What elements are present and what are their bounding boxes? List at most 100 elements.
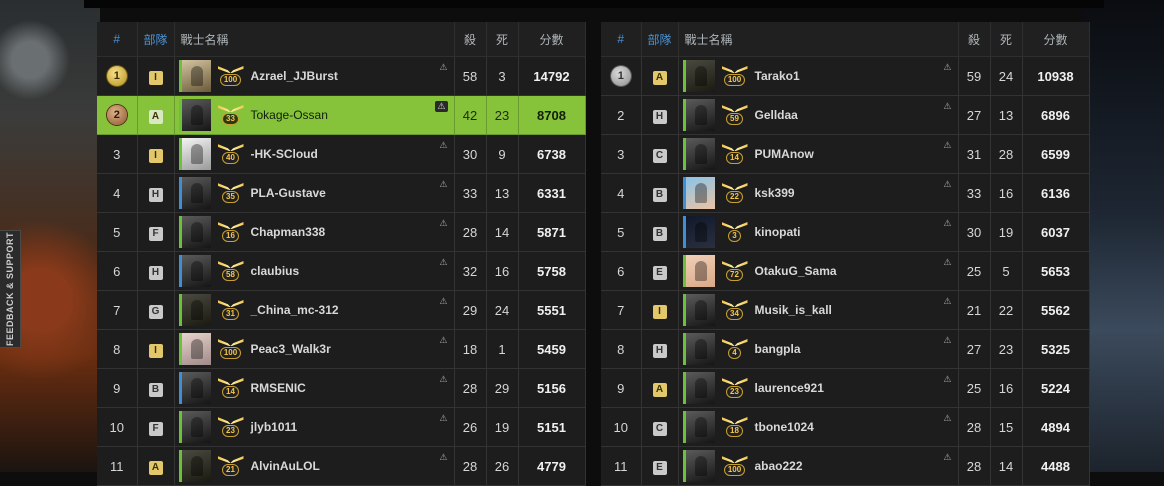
player-avatar[interactable] xyxy=(178,255,211,287)
player-row[interactable]: 9 A 23 laurence921 ⚠ 25 16 5224 xyxy=(601,368,1090,408)
player-row[interactable]: 1 A 100 Tarako1 ⚠ 59 24 10938 xyxy=(601,56,1090,96)
player-avatar[interactable] xyxy=(178,450,211,482)
player-name-link[interactable]: laurence921 xyxy=(755,381,824,395)
report-player-icon[interactable]: ⚠ xyxy=(943,218,951,229)
player-row[interactable]: 2 A 33 Tokage-Ossan ⚠ 42 23 8708 xyxy=(97,95,586,135)
player-row[interactable]: 11 E 100 abao222 ⚠ 28 14 4488 xyxy=(601,446,1090,486)
player-name-link[interactable]: RMSENIC xyxy=(251,381,306,395)
player-row[interactable]: 7 G 31 _China_mc-312 ⚠ 29 24 5551 xyxy=(97,290,586,330)
player-avatar[interactable] xyxy=(178,216,211,248)
player-name-link[interactable]: PLA-Gustave xyxy=(251,186,326,200)
player-name-link[interactable]: Azrael_JJBurst xyxy=(251,69,338,83)
player-name-link[interactable]: PUMAnow xyxy=(755,147,814,161)
report-player-icon[interactable]: ⚠ xyxy=(943,179,951,190)
player-avatar[interactable] xyxy=(682,255,715,287)
col-deaths-header[interactable]: 死 xyxy=(486,22,519,57)
report-player-icon[interactable]: ⚠ xyxy=(943,413,951,424)
player-avatar[interactable] xyxy=(178,99,211,131)
player-avatar[interactable] xyxy=(682,216,715,248)
report-player-icon[interactable]: ⚠ xyxy=(439,374,447,385)
player-row[interactable]: 4 B 22 ksk399 ⚠ 33 16 6136 xyxy=(601,173,1090,213)
player-name-link[interactable]: claubius xyxy=(251,264,300,278)
player-name-link[interactable]: tbone1024 xyxy=(755,420,814,434)
player-row[interactable]: 3 I 40 -HK-SCloud ⚠ 30 9 6738 xyxy=(97,134,586,174)
report-player-icon[interactable]: ⚠ xyxy=(943,452,951,463)
player-row[interactable]: 1 I 100 Azrael_JJBurst ⚠ 58 3 14792 xyxy=(97,56,586,96)
player-name-link[interactable]: Peac3_Walk3r xyxy=(251,342,331,356)
report-player-icon[interactable]: ⚠ xyxy=(435,101,448,112)
feedback-support-tab[interactable]: FEEDBACK & SUPPORT xyxy=(0,230,21,348)
col-squad-header[interactable]: 部隊 xyxy=(641,22,679,57)
player-row[interactable]: 6 E 72 OtakuG_Sama ⚠ 25 5 5653 xyxy=(601,251,1090,291)
player-avatar[interactable] xyxy=(178,333,211,365)
col-rank-header[interactable]: # xyxy=(601,22,642,57)
player-name-link[interactable]: Tarako1 xyxy=(755,69,800,83)
player-avatar[interactable] xyxy=(682,450,715,482)
col-deaths-header[interactable]: 死 xyxy=(990,22,1023,57)
col-score-header[interactable]: 分數 xyxy=(1022,22,1090,57)
player-name-link[interactable]: _China_mc-312 xyxy=(251,303,339,317)
player-name-link[interactable]: bangpla xyxy=(755,342,801,356)
col-rank-header[interactable]: # xyxy=(97,22,138,57)
player-avatar[interactable] xyxy=(178,177,211,209)
player-name-link[interactable]: abao222 xyxy=(755,459,803,473)
player-avatar[interactable] xyxy=(178,294,211,326)
col-name-header[interactable]: 戰士名稱 xyxy=(678,22,959,57)
report-player-icon[interactable]: ⚠ xyxy=(439,218,447,229)
report-player-icon[interactable]: ⚠ xyxy=(439,452,447,463)
player-name-link[interactable]: Gelldaa xyxy=(755,108,798,122)
report-player-icon[interactable]: ⚠ xyxy=(943,374,951,385)
report-player-icon[interactable]: ⚠ xyxy=(439,296,447,307)
player-avatar[interactable] xyxy=(682,294,715,326)
player-avatar[interactable] xyxy=(682,138,715,170)
player-avatar[interactable] xyxy=(682,411,715,443)
player-avatar[interactable] xyxy=(178,372,211,404)
report-player-icon[interactable]: ⚠ xyxy=(943,335,951,346)
report-player-icon[interactable]: ⚠ xyxy=(943,296,951,307)
player-row[interactable]: 4 H 35 PLA-Gustave ⚠ 33 13 6331 xyxy=(97,173,586,213)
report-player-icon[interactable]: ⚠ xyxy=(439,257,447,268)
player-name-link[interactable]: ksk399 xyxy=(755,186,795,200)
player-row[interactable]: 8 I 100 Peac3_Walk3r ⚠ 18 1 5459 xyxy=(97,329,586,369)
report-player-icon[interactable]: ⚠ xyxy=(943,62,951,73)
player-name-link[interactable]: OtakuG_Sama xyxy=(755,264,837,278)
player-avatar[interactable] xyxy=(178,411,211,443)
player-avatar[interactable] xyxy=(178,138,211,170)
player-avatar[interactable] xyxy=(682,177,715,209)
report-player-icon[interactable]: ⚠ xyxy=(439,179,447,190)
col-kills-header[interactable]: 殺 xyxy=(454,22,487,57)
player-name-link[interactable]: AlvinAuLOL xyxy=(251,459,320,473)
player-avatar[interactable] xyxy=(682,99,715,131)
report-player-icon[interactable]: ⚠ xyxy=(943,140,951,151)
player-row[interactable]: 6 H 58 claubius ⚠ 32 16 5758 xyxy=(97,251,586,291)
player-row[interactable]: 3 C 14 PUMAnow ⚠ 31 28 6599 xyxy=(601,134,1090,174)
player-row[interactable]: 10 C 18 tbone1024 ⚠ 28 15 4894 xyxy=(601,407,1090,447)
report-player-icon[interactable]: ⚠ xyxy=(439,140,447,151)
player-row[interactable]: 7 I 34 Musik_is_kall ⚠ 21 22 5562 xyxy=(601,290,1090,330)
player-name-link[interactable]: jlyb1011 xyxy=(251,420,298,434)
col-kills-header[interactable]: 殺 xyxy=(958,22,991,57)
player-name-link[interactable]: kinopati xyxy=(755,225,801,239)
report-player-icon[interactable]: ⚠ xyxy=(943,257,951,268)
player-name-link[interactable]: -HK-SCloud xyxy=(251,147,318,161)
player-row[interactable]: 10 F 23 jlyb1011 ⚠ 26 19 5151 xyxy=(97,407,586,447)
player-row[interactable]: 2 H 59 Gelldaa ⚠ 27 13 6896 xyxy=(601,95,1090,135)
player-avatar[interactable] xyxy=(682,60,715,92)
player-name-link[interactable]: Chapman338 xyxy=(251,225,326,239)
player-avatar[interactable] xyxy=(682,372,715,404)
report-player-icon[interactable]: ⚠ xyxy=(439,413,447,424)
report-player-icon[interactable]: ⚠ xyxy=(439,62,447,73)
col-name-header[interactable]: 戰士名稱 xyxy=(174,22,455,57)
player-avatar[interactable] xyxy=(178,60,211,92)
player-name-link[interactable]: Tokage-Ossan xyxy=(251,108,328,122)
player-row[interactable]: 9 B 14 RMSENIC ⚠ 28 29 5156 xyxy=(97,368,586,408)
col-score-header[interactable]: 分數 xyxy=(518,22,586,57)
col-squad-header[interactable]: 部隊 xyxy=(137,22,175,57)
report-player-icon[interactable]: ⚠ xyxy=(943,101,951,112)
report-player-icon[interactable]: ⚠ xyxy=(439,335,447,346)
player-row[interactable]: 8 H 4 bangpla ⚠ 27 23 5325 xyxy=(601,329,1090,369)
player-name-link[interactable]: Musik_is_kall xyxy=(755,303,832,317)
player-row[interactable]: 11 A 21 AlvinAuLOL ⚠ 28 26 4779 xyxy=(97,446,586,486)
player-row[interactable]: 5 B 3 kinopati ⚠ 30 19 6037 xyxy=(601,212,1090,252)
player-row[interactable]: 5 F 16 Chapman338 ⚠ 28 14 5871 xyxy=(97,212,586,252)
